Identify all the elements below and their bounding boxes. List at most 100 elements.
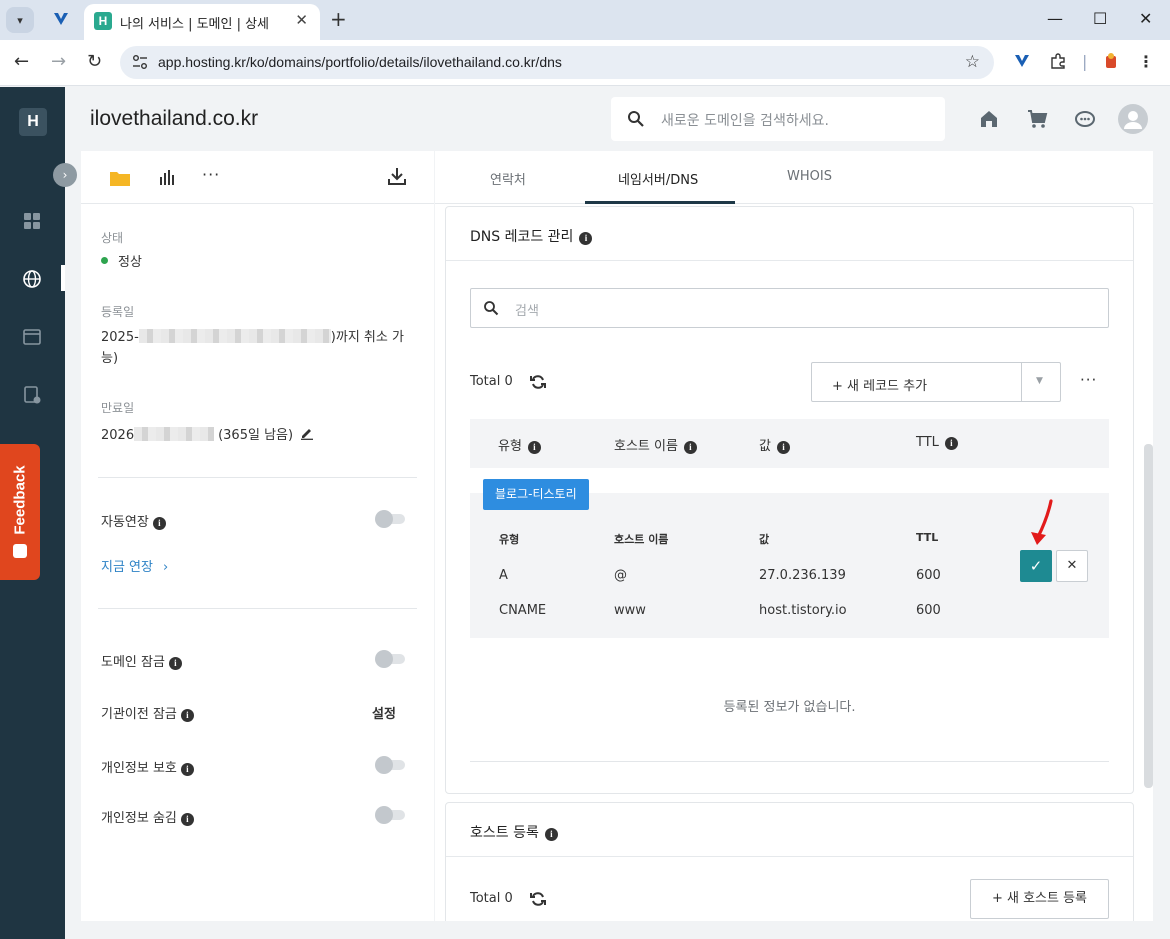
info-icon[interactable]: i — [544, 828, 558, 841]
renew-now-label: 지금 연장 — [101, 560, 153, 575]
privacy-row: 개인정보 보호 i — [101, 757, 194, 776]
stats-bar-icon[interactable] — [159, 169, 175, 185]
status-label: 상태 — [101, 231, 124, 245]
redacted-expiry-date — [134, 427, 215, 441]
info-icon[interactable]: i — [168, 657, 182, 670]
more-options-icon[interactable]: ··· — [202, 165, 220, 184]
template-header-type: 유형 — [499, 533, 520, 546]
apply-template-button[interactable]: ✓ — [1020, 550, 1052, 582]
chevron-down-icon[interactable]: ▼ — [1036, 376, 1043, 386]
back-arrow-icon[interactable]: ← — [14, 51, 29, 73]
domain-detail-panel: 연락처 네임서버/DNS WHOIS DNS 레코드 관리 i 검색 Total … — [435, 151, 1153, 921]
tab-nameserver-dns[interactable]: 네임서버/DNS — [618, 169, 698, 188]
server-check-icon[interactable] — [22, 385, 42, 405]
hosting-window-icon[interactable] — [22, 327, 42, 347]
url-omnibox[interactable]: app.hosting.kr/ko/domains/portfolio/deta… — [120, 46, 994, 79]
feedback-tab[interactable]: Feedback — [0, 444, 40, 580]
template-header-value: 값 — [759, 533, 770, 546]
user-avatar[interactable] — [1118, 104, 1148, 134]
search-icon — [628, 111, 644, 127]
info-icon[interactable]: i — [579, 232, 593, 245]
info-icon[interactable]: i — [180, 813, 194, 826]
cart-icon[interactable] — [1025, 107, 1049, 131]
info-icon[interactable]: i — [152, 517, 166, 530]
template-cell: www — [614, 603, 646, 618]
template-cell: A — [499, 568, 508, 583]
extensions-puzzle-icon[interactable] — [1049, 52, 1067, 70]
reload-icon[interactable]: ↻ — [87, 51, 102, 73]
info-icon[interactable]: i — [180, 709, 194, 722]
minimize-icon[interactable]: — — [1047, 8, 1063, 30]
tab-whois[interactable]: WHOIS — [787, 169, 832, 184]
registered-label: 등록일 — [101, 305, 135, 319]
host-card-title: 호스트 등록 i — [470, 822, 558, 842]
browser-tab-active[interactable]: H 나의 서비스 | 도메인 | 상세 ✕ — [84, 4, 320, 40]
tab-contacts[interactable]: 연락처 — [490, 169, 526, 188]
globe-domain-icon[interactable] — [22, 269, 42, 289]
vpn-v-icon[interactable] — [52, 10, 70, 28]
dashboard-grid-icon[interactable] — [22, 211, 42, 231]
domain-lock-toggle[interactable] — [375, 650, 405, 668]
host-title-text: 호스트 등록 — [470, 825, 539, 841]
registered-line2: 능) — [101, 351, 119, 366]
search-placeholder: 새로운 도메인을 검색하세요. — [661, 113, 829, 129]
divider — [98, 477, 417, 478]
info-icon[interactable]: i — [944, 437, 958, 450]
tab-search-chevron-icon[interactable]: ▾ — [6, 7, 34, 33]
template-preview-box: 유형 호스트 이름 값 TTL A @ 27.0.236.139 600 CNA… — [470, 493, 1109, 638]
scrollbar[interactable] — [1144, 444, 1153, 788]
hosting-logo[interactable]: H — [19, 108, 47, 136]
browser-menu-icon[interactable]: ⋮ — [1138, 52, 1154, 72]
dns-search-input[interactable]: 검색 — [470, 288, 1109, 328]
status-dot-icon — [101, 257, 108, 264]
privacy-hide-toggle[interactable] — [375, 806, 405, 824]
registered-value: 2025-)까지 취소 가 능) — [101, 327, 421, 369]
home-icon[interactable] — [977, 107, 1001, 131]
window-close-icon[interactable]: ✕ — [1139, 8, 1152, 30]
active-tab-indicator — [585, 201, 735, 204]
refresh-icon[interactable] — [530, 891, 546, 907]
maximize-icon[interactable]: ☐ — [1093, 8, 1107, 30]
domain-search-input[interactable]: 새로운 도메인을 검색하세요. — [611, 97, 945, 141]
sidebar-expand-chevron-icon[interactable]: › — [53, 163, 77, 187]
template-cell: host.tistory.io — [759, 603, 847, 618]
privacy-hide-row: 개인정보 숨김 i — [101, 807, 194, 826]
add-record-label: + 새 레코드 추가 — [832, 379, 928, 394]
privacy-toggle[interactable] — [375, 756, 405, 774]
add-host-button[interactable]: + 새 호스트 등록 — [970, 879, 1109, 919]
support-chat-icon[interactable] — [1073, 107, 1097, 131]
more-options-icon[interactable]: ··· — [1080, 371, 1097, 389]
info-icon[interactable]: i — [776, 441, 790, 454]
download-icon[interactable] — [388, 167, 406, 185]
info-icon[interactable]: i — [527, 441, 541, 454]
template-cell: CNAME — [499, 603, 547, 618]
refresh-icon[interactable] — [530, 374, 546, 390]
template-cell: 27.0.236.139 — [759, 568, 846, 583]
redacted-date — [138, 329, 331, 343]
template-header-host: 호스트 이름 — [614, 533, 669, 546]
domain-lock-row: 도메인 잠금 i — [101, 651, 182, 670]
info-icon[interactable]: i — [180, 763, 194, 776]
renew-now-link[interactable]: 지금 연장 › — [101, 556, 168, 575]
folder-icon[interactable] — [109, 169, 131, 187]
feedback-smile-icon — [13, 544, 27, 558]
divider — [446, 260, 1133, 261]
new-tab-icon[interactable]: + — [330, 8, 347, 30]
panel-toolbar: ··· — [81, 151, 434, 204]
transfer-lock-settings-button[interactable]: 설정 — [372, 703, 396, 722]
info-icon[interactable]: i — [683, 441, 697, 454]
tab-title: 나의 서비스 | 도메인 | 상세 — [120, 17, 270, 32]
privacy-hide-label: 개인정보 숨김 — [101, 811, 177, 826]
forward-arrow-icon[interactable]: → — [51, 51, 66, 73]
edit-pencil-icon[interactable] — [300, 426, 314, 440]
site-settings-icon[interactable] — [132, 54, 148, 70]
vpn-extension-icon[interactable] — [1013, 52, 1031, 70]
registered-suffix: )까지 취소 가 — [330, 330, 404, 345]
bookmark-star-icon[interactable]: ☆ — [965, 52, 980, 72]
add-record-button[interactable]: + 새 레코드 추가 ▼ — [811, 362, 1061, 402]
red-arrow-annotation-icon — [1031, 499, 1053, 545]
tab-close-icon[interactable]: ✕ — [295, 11, 308, 29]
profile-extension-icon[interactable] — [1102, 52, 1120, 70]
cancel-template-button[interactable]: ✕ — [1056, 550, 1088, 582]
auto-renew-toggle[interactable] — [375, 510, 405, 528]
